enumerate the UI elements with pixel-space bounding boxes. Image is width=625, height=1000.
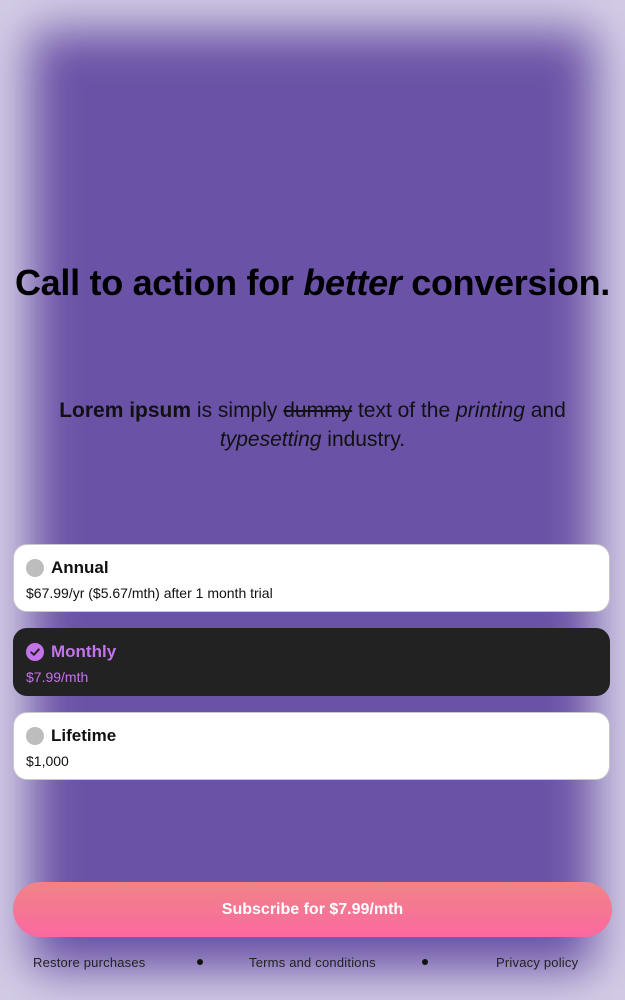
plan-price: $67.99/yr ($5.67/mth) after 1 month tria… [26, 585, 273, 601]
plan-price: $1,000 [26, 753, 69, 769]
plan-option-annual[interactable]: Annual $67.99/yr ($5.67/mth) after 1 mon… [13, 544, 610, 612]
description-strikethrough: dummy [283, 399, 353, 422]
radio-unchecked-icon[interactable] [26, 559, 44, 577]
radio-unchecked-icon[interactable] [26, 727, 44, 745]
terms-link[interactable]: Terms and conditions [249, 955, 376, 970]
headline-emphasis: better [303, 262, 402, 303]
plan-price: $7.99/mth [26, 669, 89, 685]
plan-option-lifetime[interactable]: Lifetime $1,000 [13, 712, 610, 780]
headline-text-end: conversion. [401, 262, 610, 303]
description-italic-1: printing [456, 399, 525, 422]
description-italic-2: typesetting [219, 428, 322, 451]
description-text-4: industry. [321, 428, 406, 451]
description-text-3: and [524, 399, 566, 422]
headline: Call to action for better conversion. [0, 262, 625, 304]
check-circle-icon[interactable] [26, 643, 44, 661]
privacy-policy-link[interactable]: Privacy policy [496, 955, 578, 970]
description-text-1: is simply [191, 399, 284, 422]
restore-purchases-link[interactable]: Restore purchases [33, 955, 146, 970]
description-bold: Lorem ipsum [59, 399, 192, 422]
headline-text-start: Call to action for [14, 262, 304, 303]
description: Lorem ipsum is simply dummy text of the … [20, 396, 605, 454]
plan-title: Monthly [51, 642, 117, 661]
plan-option-monthly[interactable]: Monthly $7.99/mth [13, 628, 610, 696]
plan-title: Lifetime [51, 726, 117, 745]
background-vignette [0, 0, 625, 1000]
separator-dot [422, 959, 428, 965]
subscribe-button[interactable]: Subscribe for $7.99/mth [13, 882, 612, 937]
description-text-2: text of the [352, 399, 457, 422]
separator-dot [197, 959, 203, 965]
plan-title: Annual [51, 558, 109, 577]
